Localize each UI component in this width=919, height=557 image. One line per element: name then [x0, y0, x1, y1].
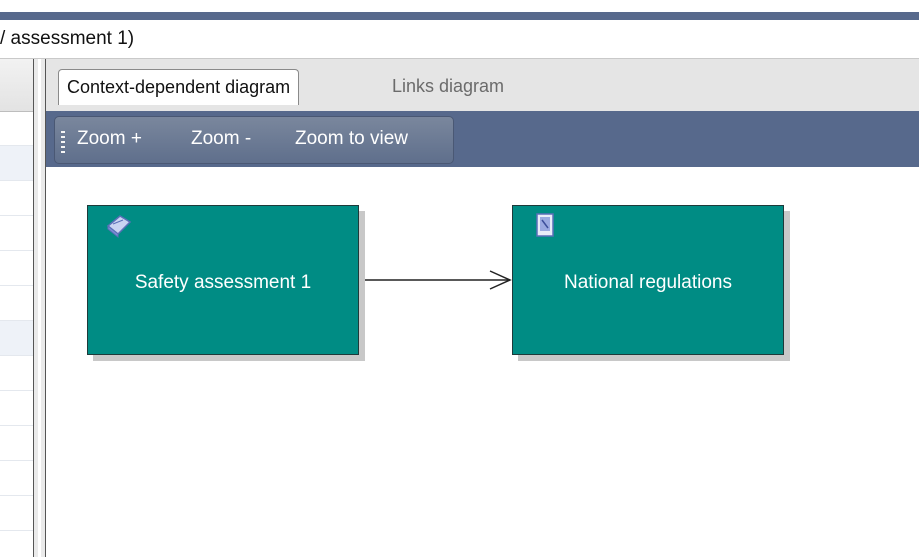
diagram-node-safety-assessment[interactable]: Safety assessment 1	[87, 205, 359, 355]
toolbar-grip-icon[interactable]	[61, 131, 65, 153]
list-item[interactable]	[0, 321, 33, 356]
zoom-out-button[interactable]: Zoom -	[191, 128, 251, 150]
window-top-bar	[0, 0, 919, 20]
list-item[interactable]	[0, 286, 33, 321]
zoom-toolbar-group: Zoom + Zoom - Zoom to view	[54, 116, 454, 164]
diagram-node-national-regulations[interactable]: National regulations	[512, 205, 784, 355]
tab-context-dependent-diagram[interactable]: Context-dependent diagram	[58, 69, 300, 105]
tab-strip: Context-dependent diagram Links diagram	[46, 59, 919, 112]
list-item[interactable]	[0, 216, 33, 251]
node-label: Safety assessment 1	[134, 272, 312, 293]
list-item[interactable]	[0, 426, 33, 461]
left-panel	[0, 59, 33, 557]
diagram-canvas[interactable]: Safety assessment 1 National regulations	[46, 167, 919, 557]
diagram-toolbar: Zoom + Zoom - Zoom to view	[46, 111, 919, 167]
list-item[interactable]	[0, 251, 33, 286]
list-item[interactable]	[0, 496, 33, 531]
left-panel-list	[0, 111, 33, 557]
panel-splitter-center[interactable]	[38, 59, 41, 557]
list-item[interactable]	[0, 111, 33, 146]
window-top-stripe	[0, 12, 919, 20]
zoom-in-button[interactable]: Zoom +	[77, 128, 142, 150]
node-label: National regulations	[564, 272, 732, 293]
list-item[interactable]	[0, 391, 33, 426]
assessment-book-icon	[106, 215, 132, 239]
window-title: / assessment 1)	[0, 28, 135, 49]
list-item[interactable]	[0, 181, 33, 216]
zoom-to-view-button[interactable]: Zoom to view	[295, 128, 408, 150]
list-item[interactable]	[0, 356, 33, 391]
list-item[interactable]	[0, 146, 33, 181]
regulation-document-icon	[536, 213, 554, 237]
title-row: / assessment 1)	[0, 20, 919, 59]
list-item[interactable]	[0, 461, 33, 496]
left-panel-header	[0, 59, 33, 112]
tab-links-diagram[interactable]: Links diagram	[384, 69, 512, 103]
